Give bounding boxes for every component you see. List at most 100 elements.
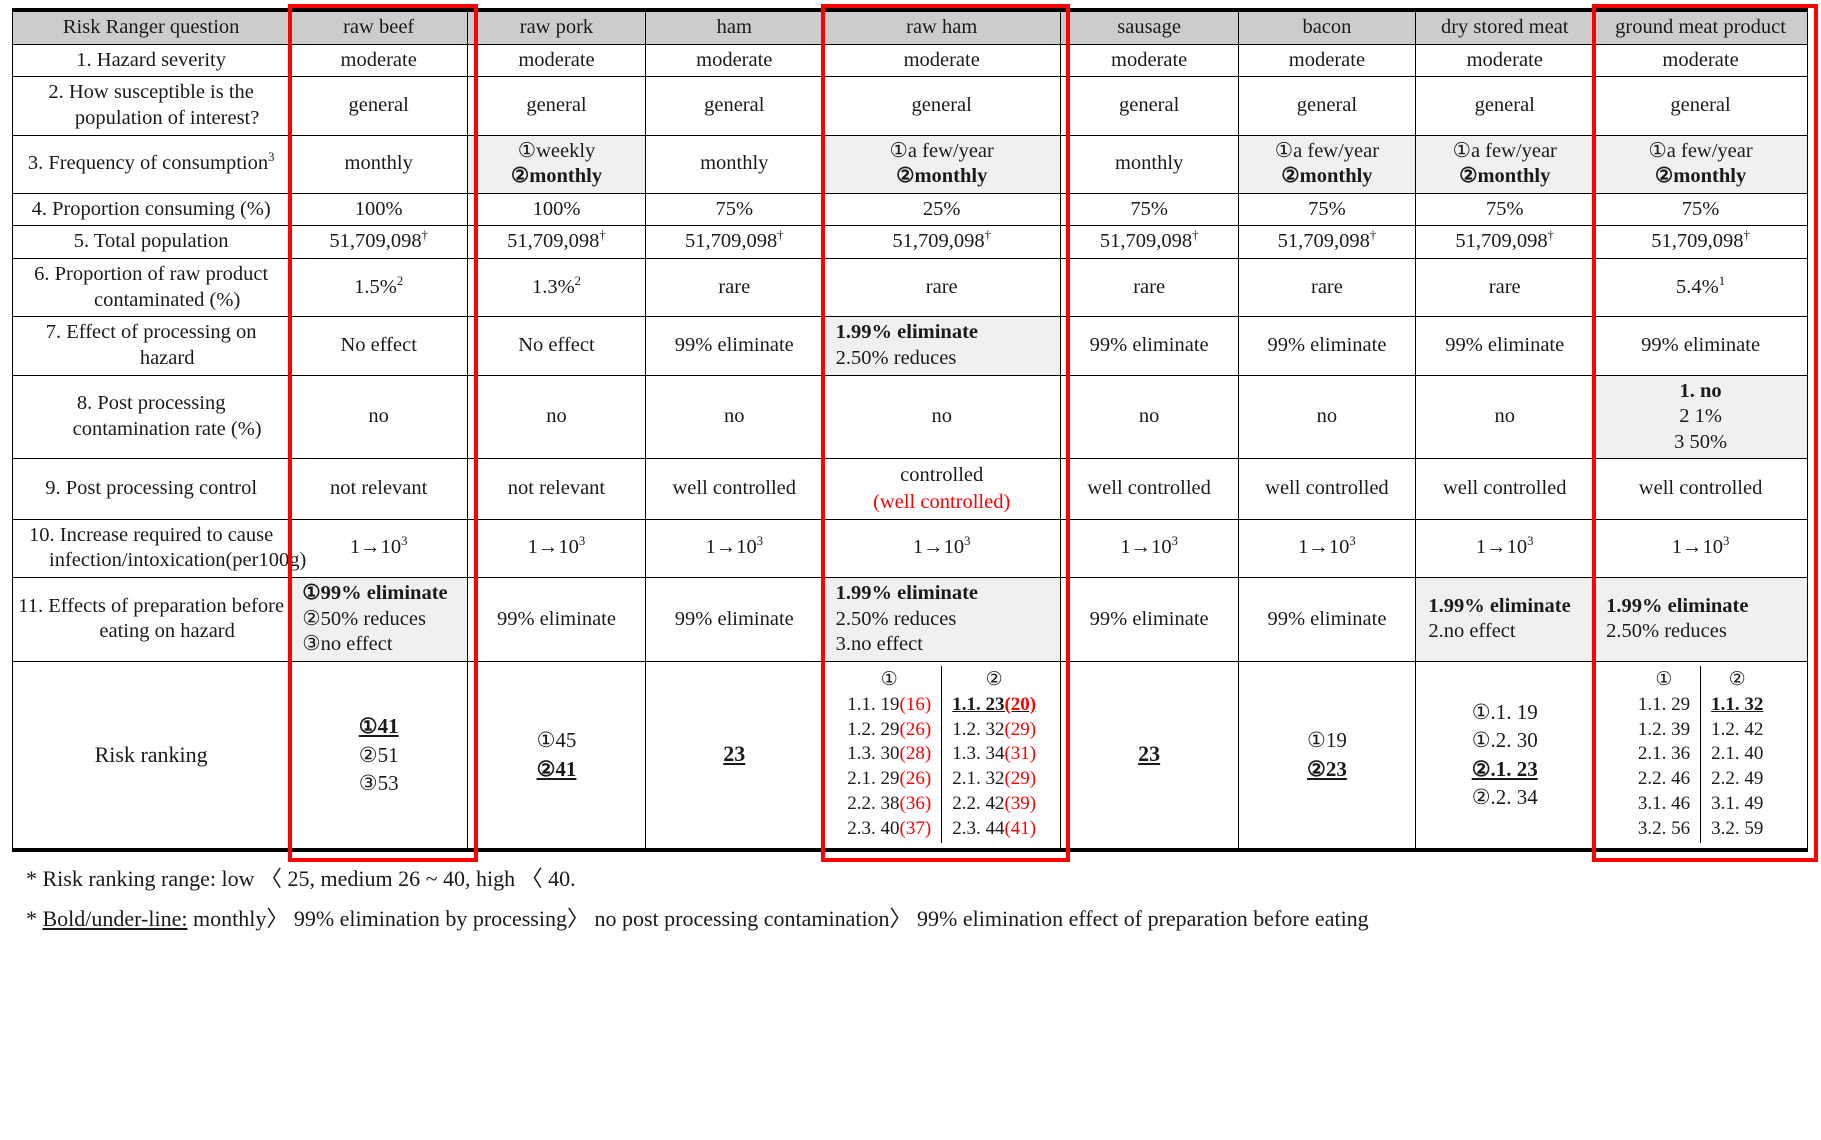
cell-raw_beef: ①99% eliminate ②50% reduces ③no effect bbox=[289, 576, 469, 662]
cell-dry_stored_meat: 51,709,098† bbox=[1415, 225, 1595, 259]
cell-ground_meat_product: ①a few/year ②monthly bbox=[1593, 134, 1808, 194]
cell-ground_meat_product: 1. no 2 1% 3 50% bbox=[1593, 374, 1808, 460]
cell-ham: 99% eliminate bbox=[644, 576, 824, 662]
cell-ground_meat_product: 1.99% eliminate 2.50% reduces bbox=[1593, 576, 1808, 662]
footnote-bold-body: monthly〉 99% elimination by processing〉 … bbox=[187, 905, 1369, 931]
table-row: 1. Hazard severity moderate moderate modera… bbox=[11, 43, 1808, 78]
cell-raw_ham: no bbox=[822, 374, 1061, 460]
cell-ground_meat_product: 99% eliminate bbox=[1593, 316, 1808, 376]
risk-ranger-table: Risk Ranger question raw beef raw pork ham r… bbox=[11, 8, 1808, 852]
cell-raw_pork: moderate bbox=[467, 43, 646, 78]
risk-ranking-raw_pork: ①45 ②41 bbox=[467, 660, 646, 851]
cell-ham: well controlled bbox=[644, 458, 824, 520]
cell-dry_stored_meat: general bbox=[1415, 76, 1595, 136]
cell-raw_pork: 1→103 bbox=[467, 518, 646, 578]
cell-raw_beef: 1→103 bbox=[289, 518, 469, 578]
cell-raw_beef: moderate bbox=[289, 43, 469, 78]
cell-raw_beef: monthly bbox=[289, 134, 469, 194]
cell-sausage: 51,709,098† bbox=[1059, 225, 1239, 259]
column-header-dry_stored_meat: dry stored meat bbox=[1415, 9, 1595, 45]
cell-raw_ham: 1→103 bbox=[822, 518, 1061, 578]
cell-dry_stored_meat: 1→103 bbox=[1415, 518, 1595, 578]
risk-ranking-label: Risk ranking bbox=[11, 660, 291, 851]
cell-raw_pork: no bbox=[467, 374, 646, 460]
risk-ranking-sausage: 23 bbox=[1059, 660, 1239, 851]
cell-raw_beef: 100% bbox=[289, 192, 469, 227]
cell-raw_ham: rare bbox=[822, 257, 1061, 318]
column-header-sausage: sausage bbox=[1059, 9, 1239, 45]
column-header-question: Risk Ranger question bbox=[11, 9, 291, 45]
column-header-raw_beef: raw beef bbox=[289, 9, 469, 45]
question-cell: 4. Proportion consuming (%) bbox=[11, 192, 291, 227]
table-body: 1. Hazard severity moderate moderate modera… bbox=[11, 43, 1808, 851]
cell-raw_pork: 1.3%2 bbox=[467, 257, 646, 318]
cell-raw_beef: no bbox=[289, 374, 469, 460]
cell-dry_stored_meat: 1.99% eliminate 2.no effect bbox=[1415, 576, 1595, 662]
cell-raw_beef: 51,709,098† bbox=[289, 225, 469, 259]
cell-bacon: 75% bbox=[1237, 192, 1417, 227]
risk-ranking-row: Risk ranking ①41 ②51 ③53 ①45 ②41 23 ① 1.1. 19(16… bbox=[11, 660, 1808, 851]
cell-ham: 99% eliminate bbox=[644, 316, 824, 376]
cell-raw_pork: general bbox=[467, 76, 646, 136]
cell-sausage: moderate bbox=[1059, 43, 1239, 78]
cell-ground_meat_product: 75% bbox=[1593, 192, 1808, 227]
question-cell: 6. Proportion of raw product contaminate… bbox=[11, 257, 291, 318]
table-row: 9. Post processing control not relevant no… bbox=[11, 458, 1808, 520]
footnote-risk-range: * Risk ranking range: low 〈 25, medium 2… bbox=[26, 865, 576, 891]
cell-ham: 51,709,098† bbox=[644, 225, 824, 259]
cell-raw_pork: 99% eliminate bbox=[467, 576, 646, 662]
cell-raw_pork: not relevant bbox=[467, 458, 646, 520]
cell-sausage: 1→103 bbox=[1059, 518, 1239, 578]
cell-sausage: general bbox=[1059, 76, 1239, 136]
cell-raw_pork: 100% bbox=[467, 192, 646, 227]
table-row: 4. Proportion consuming (%) 100% 100% 75% 25… bbox=[11, 192, 1808, 227]
question-cell: 7. Effect of processing on hazard bbox=[11, 316, 291, 376]
cell-raw_ham: moderate bbox=[822, 43, 1061, 78]
cell-bacon: 1→103 bbox=[1237, 518, 1417, 578]
cell-sausage: well controlled bbox=[1059, 458, 1239, 520]
table-row: 5. Total population 51,709,098† 51,709,098… bbox=[11, 225, 1808, 259]
risk-ranking-ham: 23 bbox=[644, 660, 824, 851]
risk-ranking-raw_ham: ① 1.1. 19(16) 1.2. 29(26) 1.3. 30(28) 2.1. 2… bbox=[822, 660, 1061, 851]
cell-dry_stored_meat: ①a few/year ②monthly bbox=[1415, 134, 1595, 194]
cell-raw_beef: 1.5%2 bbox=[289, 257, 469, 318]
question-cell: 1. Hazard severity bbox=[11, 43, 291, 78]
cell-raw_ham: 25% bbox=[822, 192, 1061, 227]
cell-sausage: 75% bbox=[1059, 192, 1239, 227]
cell-ground_meat_product: well controlled bbox=[1593, 458, 1808, 520]
column-header-raw_ham: raw ham bbox=[822, 9, 1061, 45]
table-header-row: Risk Ranger question raw beef raw pork ham r… bbox=[11, 9, 1808, 45]
cell-ground_meat_product: 51,709,098† bbox=[1593, 225, 1808, 259]
table-row: 7. Effect of processing on hazard No effe… bbox=[11, 316, 1808, 376]
cell-ground_meat_product: general bbox=[1593, 76, 1808, 136]
cell-bacon: general bbox=[1237, 76, 1417, 136]
column-header-raw_pork: raw pork bbox=[467, 9, 646, 45]
cell-ham: monthly bbox=[644, 134, 824, 194]
cell-ground_meat_product: moderate bbox=[1593, 43, 1808, 78]
cell-ham: no bbox=[644, 374, 824, 460]
cell-raw_ham: 51,709,098† bbox=[822, 225, 1061, 259]
footnote-bold-label: Bold/under-line: bbox=[42, 905, 188, 931]
cell-dry_stored_meat: 99% eliminate bbox=[1415, 316, 1595, 376]
cell-raw_pork: No effect bbox=[467, 316, 646, 376]
cell-sausage: no bbox=[1059, 374, 1239, 460]
question-cell: 11. Effects of preparation before eating… bbox=[11, 576, 291, 662]
cell-ground_meat_product: 1→103 bbox=[1593, 518, 1808, 578]
rank-group: ① 1.1. 19(16) 1.2. 29(26) 1.3. 30(28) 2.1. 2… bbox=[847, 669, 932, 839]
cell-dry_stored_meat: well controlled bbox=[1415, 458, 1595, 520]
cell-dry_stored_meat: moderate bbox=[1415, 43, 1595, 78]
table-row: 2. How susceptible is the population of … bbox=[11, 76, 1808, 136]
table-header: Risk Ranger question raw beef raw pork ham r… bbox=[11, 9, 1808, 45]
cell-raw_pork: ①weekly ②monthly bbox=[467, 134, 646, 194]
cell-raw_ham: 1.99% eliminate 2.50% reduces 3.no effect bbox=[822, 576, 1061, 662]
cell-ground_meat_product: 5.4%1 bbox=[1593, 257, 1808, 318]
cell-sausage: 99% eliminate bbox=[1059, 316, 1239, 376]
cell-bacon: 99% eliminate bbox=[1237, 316, 1417, 376]
cell-bacon: moderate bbox=[1237, 43, 1417, 78]
footnotes: * Risk ranking range: low 〈 25, medium 2… bbox=[12, 862, 1809, 936]
cell-bacon: well controlled bbox=[1237, 458, 1417, 520]
question-cell: 8. Post processing contamination rate (%… bbox=[11, 374, 291, 460]
cell-bacon: rare bbox=[1237, 257, 1417, 318]
table-row: 6. Proportion of raw product contaminate… bbox=[11, 257, 1808, 318]
cell-bacon: no bbox=[1237, 374, 1417, 460]
